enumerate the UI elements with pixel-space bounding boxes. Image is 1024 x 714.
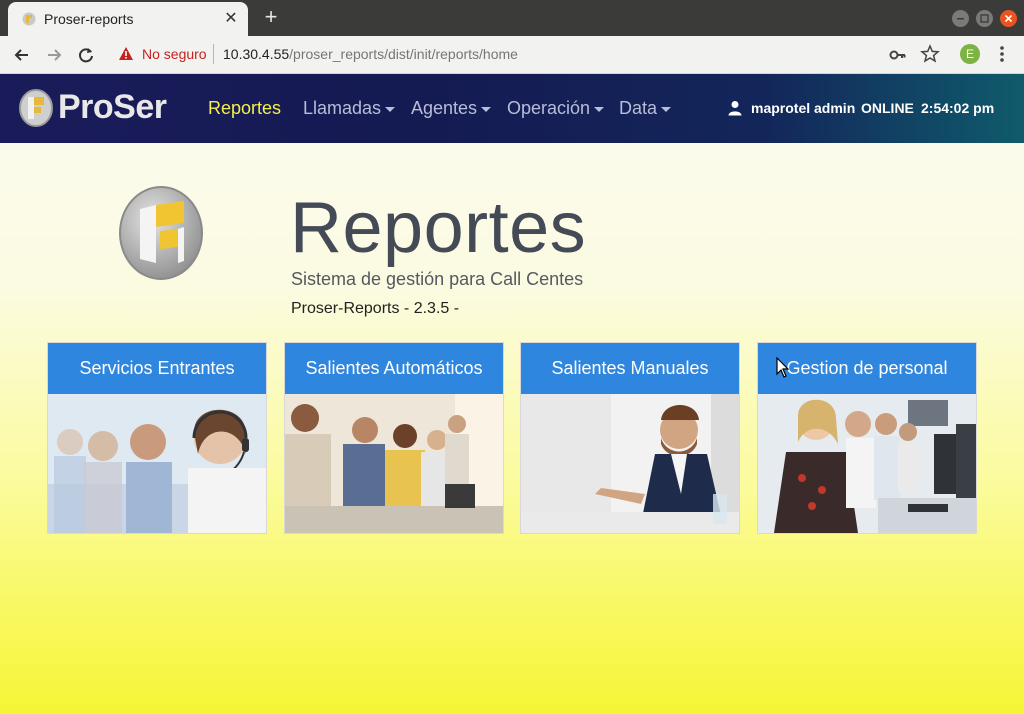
card-salientes-automaticos[interactable]: Salientes Automáticos [284, 342, 504, 534]
user-name[interactable]: maprotel admin [751, 100, 855, 116]
nav-agentes-label: Agentes [411, 98, 478, 118]
nav-llamadas-label: Llamadas [303, 98, 382, 118]
chevron-down-icon [385, 106, 396, 112]
status-badge: ONLINE [861, 100, 914, 116]
chevron-down-icon [661, 106, 672, 112]
agent-headset-photo[interactable] [48, 394, 266, 533]
new-tab-button[interactable]: + [260, 6, 282, 29]
key-icon[interactable] [889, 46, 907, 64]
main-content: Reportes Sistema de gestión para Call Ce… [0, 143, 1024, 714]
nav-operacion-label: Operación [507, 98, 591, 118]
bookmark-star-icon[interactable] [920, 44, 940, 64]
browser-toolbar: No seguro 10.30.4.55/proser_reports/dist… [0, 36, 1024, 74]
browser-tab[interactable]: Proser-reports ✕ [8, 2, 248, 36]
mouse-cursor-icon [776, 357, 790, 378]
nav-data[interactable]: Data [619, 98, 672, 119]
chevron-down-icon [594, 106, 605, 112]
warning-triangle-icon [119, 47, 133, 60]
card-title[interactable]: Servicios Entrantes [48, 343, 266, 394]
nav-agentes[interactable]: Agentes [411, 98, 492, 119]
card-salientes-manuales[interactable]: Salientes Manuales [520, 342, 740, 534]
address-separator [213, 44, 214, 64]
window-maximize-button[interactable] [976, 10, 993, 27]
back-arrow-icon[interactable] [11, 44, 33, 66]
office-team-photo[interactable] [758, 394, 976, 533]
card-title[interactable]: Gestion de personal [758, 343, 976, 394]
card-title[interactable]: Salientes Manuales [521, 343, 739, 394]
page-subtitle: Sistema de gestión para Call Centes [291, 269, 584, 289]
forward-arrow-icon[interactable] [43, 44, 65, 66]
tab-close-icon[interactable]: ✕ [222, 10, 240, 28]
nav-llamadas[interactable]: Llamadas [303, 98, 396, 119]
not-secure-label[interactable]: No seguro [142, 46, 207, 62]
nav-operacion[interactable]: Operación [507, 98, 605, 119]
address-bar[interactable]: 10.30.4.55/proser_reports/dist/init/repo… [223, 46, 518, 62]
call-center-row-photo[interactable] [285, 394, 503, 533]
user-icon [728, 101, 742, 116]
version-label: Proser-Reports - 2.3.5 - [291, 300, 460, 317]
agent-desk-photo[interactable] [521, 394, 739, 533]
proser-logo-icon[interactable] [18, 88, 54, 128]
card-servicios-entrantes[interactable]: Servicios Entrantes [47, 342, 267, 534]
clock-time: 2:54:02 pm [921, 100, 995, 116]
window-minimize-button[interactable] [952, 10, 969, 27]
nav-reportes-label: Reportes [208, 98, 282, 118]
proser-hero-logo-icon [119, 186, 203, 280]
nav-reportes[interactable]: Reportes [208, 98, 281, 119]
proser-favicon-icon [22, 12, 36, 26]
nav-data-label: Data [619, 98, 658, 118]
app-navbar: ProSer Reportes Llamadas Agentes Operaci… [0, 74, 1024, 143]
url-host: 10.30.4.55 [223, 46, 290, 62]
brand-name[interactable]: ProSer [58, 88, 167, 127]
chevron-down-icon [481, 106, 492, 112]
tab-title: Proser-reports [44, 11, 134, 27]
card-title[interactable]: Salientes Automáticos [285, 343, 503, 394]
profile-avatar[interactable]: E [960, 44, 980, 64]
page-title: Reportes [290, 188, 587, 268]
url-path: /proser_reports/dist/init/reports/home [289, 46, 518, 62]
browser-tab-strip: Proser-reports ✕ + [0, 0, 1024, 36]
reload-icon[interactable] [75, 44, 97, 66]
window-close-button[interactable] [1000, 10, 1017, 27]
card-gestion-de-personal[interactable]: Gestion de personal [757, 342, 977, 534]
browser-menu-icon[interactable] [998, 44, 1006, 64]
